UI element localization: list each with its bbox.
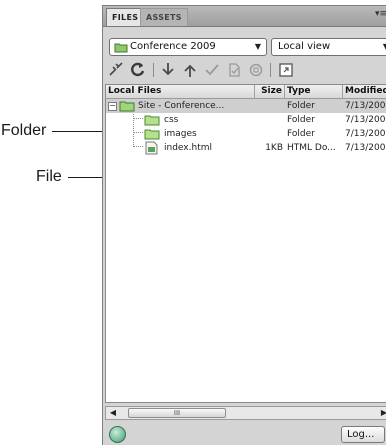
horizontal-scrollbar[interactable]: ◀ III ▶ <box>105 406 386 420</box>
log-button[interactable]: Log... <box>341 426 385 443</box>
table-row[interactable]: index.html 1KB HTML Do... 7/13/2008 <box>106 141 386 155</box>
file-size <box>255 113 283 127</box>
tab-assets[interactable]: ASSETS <box>140 8 188 26</box>
callout-folder-label: Folder <box>1 122 47 139</box>
put-files-icon[interactable] <box>181 61 199 79</box>
get-files-icon[interactable] <box>159 61 177 79</box>
site-folder-icon <box>114 43 128 53</box>
refresh-icon[interactable] <box>129 61 147 79</box>
table-row[interactable]: − Site - Conference... Folder 7/13/2008 <box>106 99 386 113</box>
folder-icon <box>144 115 160 126</box>
folder-icon <box>144 129 160 140</box>
file-size <box>255 127 283 141</box>
table-row[interactable]: images Folder 7/13/2008 <box>106 127 386 141</box>
status-bar: Log... <box>103 424 386 445</box>
file-modified: 7/13/2008 <box>345 101 386 111</box>
files-toolbar <box>103 60 386 82</box>
site-folder-icon <box>119 101 135 112</box>
file-size: 1KB <box>265 143 283 153</box>
chevron-down-icon: ▼ <box>254 42 261 51</box>
file-type: Folder <box>287 101 315 111</box>
view-select[interactable]: Local view ▼ <box>271 38 386 56</box>
check-out-icon[interactable] <box>203 61 221 79</box>
file-type: HTML Do... <box>287 143 336 153</box>
file-name: images <box>164 129 197 139</box>
file-modified: 7/13/2008 <box>345 115 386 125</box>
column-local-files[interactable]: Local Files <box>106 85 255 98</box>
site-select[interactable]: Conference 2009 ▼ <box>109 38 267 56</box>
scroll-left-icon[interactable]: ◀ <box>107 407 119 419</box>
table-row[interactable]: css Folder 7/13/2008 <box>106 113 386 127</box>
scroll-thumb[interactable]: III <box>128 408 226 418</box>
file-size <box>255 99 283 113</box>
sync-icon[interactable] <box>247 61 265 79</box>
expand-icon[interactable] <box>277 61 295 79</box>
tab-files[interactable]: FILES <box>106 8 145 26</box>
file-type: Folder <box>287 115 315 125</box>
view-select-value: Local view <box>278 41 331 52</box>
callout-file-label: File <box>36 168 62 185</box>
panel-tab-bar: FILES ASSETS ▾≡ <box>103 6 386 27</box>
file-type: Folder <box>287 129 315 139</box>
html-file-icon <box>145 141 158 155</box>
toolbar-separator <box>153 63 154 77</box>
file-name: Site - Conference... <box>138 101 225 111</box>
column-modified[interactable]: Modified <box>343 85 386 98</box>
status-icon <box>109 426 126 443</box>
files-panel: FILES ASSETS ▾≡ Conference 2009 ▼ Local … <box>102 5 386 445</box>
column-size[interactable]: Size <box>255 85 285 98</box>
file-name: index.html <box>164 143 212 153</box>
file-list: Local Files Size Type Modified − Site - … <box>105 84 386 403</box>
file-name: css <box>164 115 179 125</box>
file-list-header: Local Files Size Type Modified <box>106 85 386 99</box>
toolbar-separator <box>270 63 271 77</box>
site-select-value: Conference 2009 <box>130 41 216 52</box>
file-modified: 7/13/2008 <box>345 143 386 153</box>
collapse-toggle-icon[interactable]: − <box>108 102 117 111</box>
scroll-right-icon[interactable]: ▶ <box>378 407 386 419</box>
panel-menu-icon[interactable]: ▾≡ <box>375 9 386 19</box>
column-type[interactable]: Type <box>285 85 343 98</box>
check-in-icon[interactable] <box>225 61 243 79</box>
file-modified: 7/13/2008 <box>345 129 386 139</box>
connect-icon[interactable] <box>107 61 125 79</box>
